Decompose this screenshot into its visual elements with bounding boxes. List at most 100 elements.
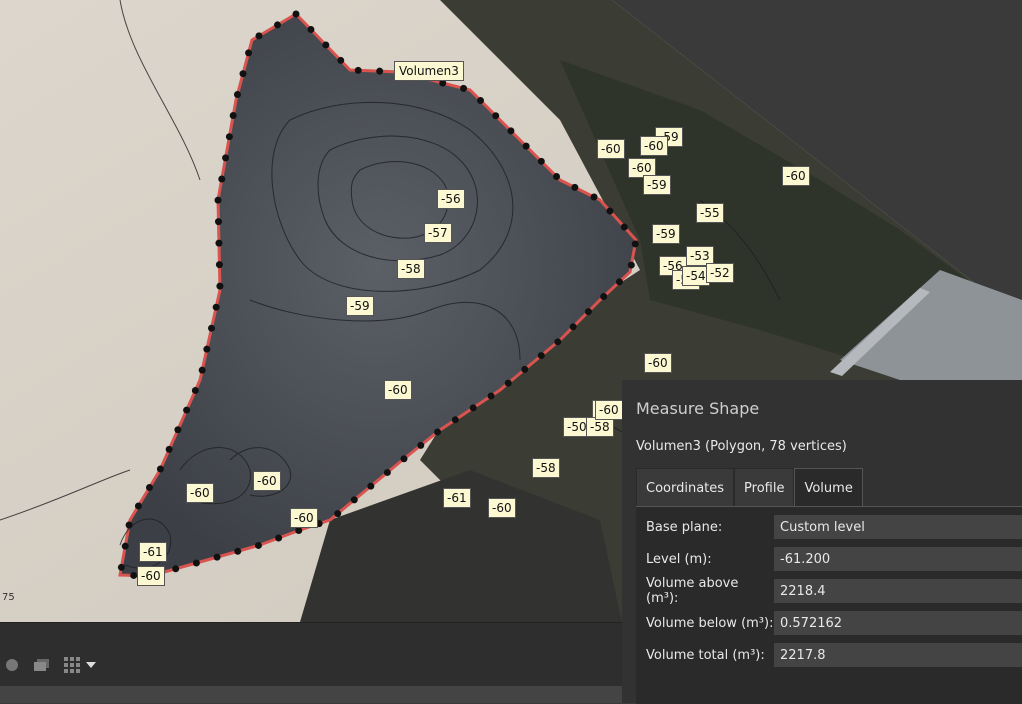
vertex-marker[interactable] xyxy=(174,426,182,434)
circle-icon[interactable] xyxy=(2,655,22,675)
contour-label: -58 xyxy=(532,458,560,478)
vertex-marker[interactable] xyxy=(145,484,153,492)
volume-below-value[interactable]: 0.572162 xyxy=(774,611,1022,635)
vertex-marker[interactable] xyxy=(172,565,180,573)
shape-label[interactable]: Volumen3 xyxy=(394,61,464,81)
vertex-marker[interactable] xyxy=(537,157,545,165)
vertex-marker[interactable] xyxy=(487,392,495,400)
vertex-marker[interactable] xyxy=(134,502,142,510)
vertex-marker[interactable] xyxy=(507,127,515,135)
vertex-marker[interactable] xyxy=(292,10,300,18)
vertex-marker[interactable] xyxy=(121,542,129,550)
vertex-marker[interactable] xyxy=(213,553,221,561)
vertex-marker[interactable] xyxy=(156,465,164,473)
vertex-marker[interactable] xyxy=(571,183,579,191)
vertex-marker[interactable] xyxy=(417,441,425,449)
vertex-marker[interactable] xyxy=(218,175,226,183)
vertex-marker[interactable] xyxy=(460,84,468,92)
vertex-marker[interactable] xyxy=(615,278,623,286)
base-plane-select[interactable]: Custom level xyxy=(774,515,1022,539)
vertex-marker[interactable] xyxy=(212,303,220,311)
volume-total-label: Volume total (m³): xyxy=(646,647,765,663)
vertex-marker[interactable] xyxy=(337,56,345,64)
vertex-marker[interactable] xyxy=(383,468,391,476)
contour-label: -52 xyxy=(706,263,734,283)
vertex-marker[interactable] xyxy=(631,240,639,248)
measure-shape-panel: Measure Shape Volumen3 (Polygon, 78 vert… xyxy=(622,380,1022,704)
volume-total-row: Volume total (m³): 2217.8 xyxy=(646,643,1022,667)
vertex-marker[interactable] xyxy=(367,482,375,490)
dropdown-arrow-icon[interactable] xyxy=(84,655,98,675)
vertex-marker[interactable] xyxy=(216,282,224,290)
vertex-marker[interactable] xyxy=(214,196,222,204)
vertex-marker[interactable] xyxy=(198,366,206,374)
vertex-marker[interactable] xyxy=(215,239,223,247)
vertex-marker[interactable] xyxy=(215,261,223,269)
base-plane-label: Base plane: xyxy=(646,519,723,535)
vertex-marker[interactable] xyxy=(569,323,577,331)
contour-label: -60 xyxy=(488,498,516,518)
vertex-marker[interactable] xyxy=(620,223,628,231)
level-label: Level (m): xyxy=(646,551,712,567)
vertex-marker[interactable] xyxy=(590,193,598,201)
contour-label: -58 xyxy=(397,259,425,279)
vertex-marker[interactable] xyxy=(334,510,342,518)
vertex-marker[interactable] xyxy=(233,90,241,98)
vertex-marker[interactable] xyxy=(606,207,614,215)
vertex-marker[interactable] xyxy=(477,97,485,105)
contour-label: -60 xyxy=(640,136,668,156)
vertex-marker[interactable] xyxy=(492,112,500,120)
vertex-marker[interactable] xyxy=(245,49,253,57)
vertex-marker[interactable] xyxy=(273,21,281,29)
vertex-marker[interactable] xyxy=(192,559,200,567)
vertex-marker[interactable] xyxy=(183,406,191,414)
vertex-marker[interactable] xyxy=(322,41,330,49)
vertex-marker[interactable] xyxy=(350,496,358,504)
vertex-marker[interactable] xyxy=(255,32,263,40)
volume-above-value[interactable]: 2218.4 xyxy=(774,579,1022,603)
vertex-marker[interactable] xyxy=(275,534,283,542)
vertex-marker[interactable] xyxy=(222,154,230,162)
volume-total-value[interactable]: 2217.8 xyxy=(774,643,1022,667)
vertex-marker[interactable] xyxy=(229,112,237,120)
shape-info: Volumen3 (Polygon, 78 vertices) xyxy=(636,439,847,454)
level-input[interactable]: -61.200 xyxy=(774,547,1022,571)
vertex-marker[interactable] xyxy=(376,67,384,75)
vertex-marker[interactable] xyxy=(451,416,459,424)
vertex-marker[interactable] xyxy=(600,293,608,301)
vertex-marker[interactable] xyxy=(203,345,211,353)
vertex-marker[interactable] xyxy=(434,428,442,436)
vertex-marker[interactable] xyxy=(165,445,173,453)
vertex-marker[interactable] xyxy=(584,308,592,316)
vertex-marker[interactable] xyxy=(554,338,562,346)
vertex-marker[interactable] xyxy=(307,25,315,33)
vertex-marker[interactable] xyxy=(214,218,222,226)
vertex-marker[interactable] xyxy=(208,324,216,332)
layers-icon[interactable] xyxy=(32,655,52,675)
vertex-marker[interactable] xyxy=(537,352,545,360)
vertex-marker[interactable] xyxy=(225,133,233,141)
tab-profile[interactable]: Profile xyxy=(734,468,795,507)
vertex-marker[interactable] xyxy=(521,365,529,373)
vertex-marker[interactable] xyxy=(125,521,133,529)
vertex-marker[interactable] xyxy=(295,526,303,534)
vertex-marker[interactable] xyxy=(191,386,199,394)
contour-label: -59 xyxy=(652,224,680,244)
tab-volume[interactable]: Volume xyxy=(794,468,863,507)
vertex-marker[interactable] xyxy=(354,66,362,74)
vertex-marker[interactable] xyxy=(553,173,561,181)
contour-label: -61 xyxy=(443,488,471,508)
tab-coordinates[interactable]: Coordinates xyxy=(636,468,735,507)
vertex-marker[interactable] xyxy=(117,563,125,571)
vertex-marker[interactable] xyxy=(504,379,512,387)
vertex-marker[interactable] xyxy=(254,541,262,549)
contour-label: -55 xyxy=(696,203,724,223)
vertex-marker[interactable] xyxy=(400,455,408,463)
vertex-marker[interactable] xyxy=(234,547,242,555)
vertex-marker[interactable] xyxy=(469,404,477,412)
panel-title: Measure Shape xyxy=(636,399,760,418)
vertex-marker[interactable] xyxy=(522,142,530,150)
vertex-marker[interactable] xyxy=(627,261,635,269)
vertex-marker[interactable] xyxy=(239,70,247,78)
grid-icon[interactable] xyxy=(62,655,82,675)
